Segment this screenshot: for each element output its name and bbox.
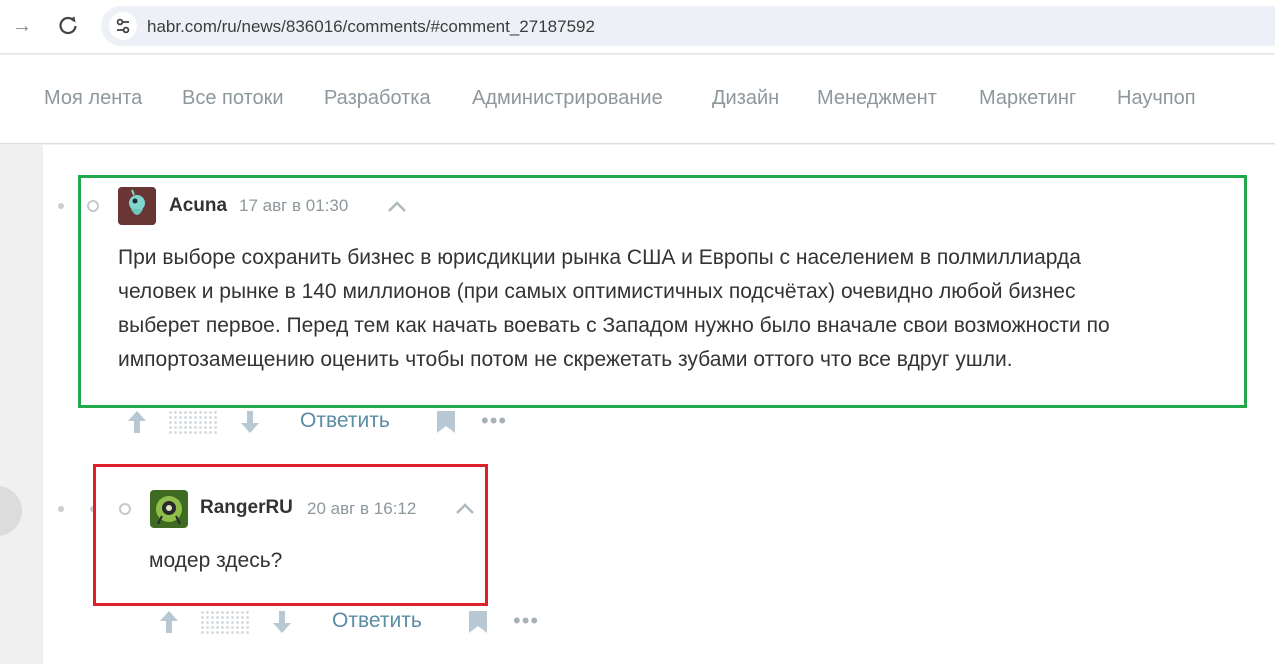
address-bar[interactable]: habr.com/ru/news/836016/comments/#commen… bbox=[101, 6, 1275, 46]
thread-dot bbox=[58, 506, 64, 512]
hub-marketing[interactable]: Маркетинг bbox=[979, 87, 1076, 110]
vote-down-icon[interactable] bbox=[271, 609, 293, 635]
bookmark-icon[interactable] bbox=[468, 610, 488, 634]
vote-up-icon[interactable] bbox=[126, 409, 148, 435]
hub-my-feed[interactable]: Моя лента bbox=[44, 87, 142, 110]
hub-management[interactable]: Менеджмент bbox=[817, 87, 937, 110]
hub-development[interactable]: Разработка bbox=[324, 87, 431, 110]
reload-icon[interactable] bbox=[56, 14, 80, 38]
reply-button[interactable]: Ответить bbox=[300, 409, 390, 433]
url-text[interactable]: habr.com/ru/news/836016/comments/#commen… bbox=[147, 17, 595, 37]
more-options-icon[interactable]: ••• bbox=[513, 609, 539, 633]
vote-up-icon[interactable] bbox=[158, 609, 180, 635]
thread-dot bbox=[58, 203, 64, 209]
site-info-icon[interactable] bbox=[109, 12, 137, 40]
highlight-box-red bbox=[93, 464, 488, 606]
vote-down-icon[interactable] bbox=[239, 409, 261, 435]
hub-all-streams[interactable]: Все потоки bbox=[182, 87, 284, 110]
comment-score bbox=[200, 610, 250, 634]
hubs-nav: Моя лента Все потоки Разработка Админист… bbox=[0, 55, 1275, 144]
highlight-box-green bbox=[78, 175, 1247, 408]
bookmark-icon[interactable] bbox=[436, 410, 456, 434]
comment-score bbox=[168, 410, 218, 434]
hub-popsci[interactable]: Научпоп bbox=[1117, 87, 1196, 110]
reply-button[interactable]: Ответить bbox=[332, 609, 422, 633]
hub-administration[interactable]: Администрирование bbox=[472, 87, 663, 110]
browser-toolbar: → habr.com/ru/news/836016/comments/#comm… bbox=[0, 0, 1275, 54]
more-options-icon[interactable]: ••• bbox=[481, 409, 507, 433]
hub-design[interactable]: Дизайн bbox=[712, 87, 779, 110]
left-gutter bbox=[0, 145, 43, 664]
forward-arrow-icon[interactable]: → bbox=[10, 14, 34, 38]
